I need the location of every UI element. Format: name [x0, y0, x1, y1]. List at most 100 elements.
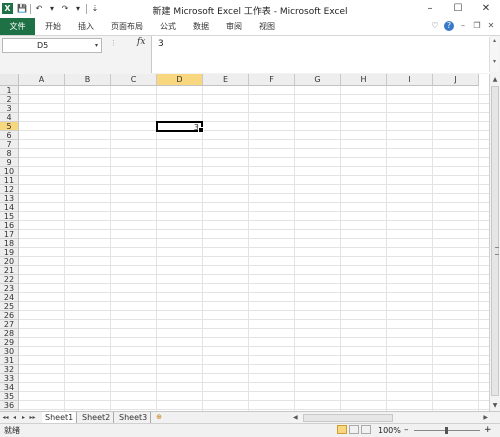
horizontal-scroll-thumb[interactable] [303, 414, 393, 422]
page-layout-view-icon[interactable] [349, 425, 359, 434]
row-header-29[interactable]: 29 [0, 338, 19, 347]
row-header-3[interactable]: 3 [0, 104, 19, 113]
row-header-23[interactable]: 23 [0, 284, 19, 293]
column-header-f[interactable]: F [249, 74, 295, 86]
row-header-22[interactable]: 22 [0, 275, 19, 284]
row-header-4[interactable]: 4 [0, 113, 19, 122]
row-header-12[interactable]: 12 [0, 185, 19, 194]
tab-review[interactable]: 审阅 [226, 18, 242, 35]
zoom-out-button[interactable]: – [404, 425, 409, 436]
ribbon-collapse-icon[interactable]: ♡ [430, 21, 440, 31]
zoom-slider-thumb[interactable] [445, 427, 448, 434]
ribbon-tabs: 文件 开始 插入 页面布局 公式 数据 审阅 视图 ♡ ? – ❐ ✕ [0, 18, 500, 36]
column-header-h[interactable]: H [341, 74, 387, 86]
row-header-10[interactable]: 10 [0, 167, 19, 176]
sheet-tab-sheet3[interactable]: Sheet3 [116, 412, 152, 423]
scroll-up-icon[interactable]: ▲ [490, 76, 500, 83]
zoom-in-button[interactable]: + [484, 425, 492, 436]
row-header-1[interactable]: 1 [0, 86, 19, 95]
row-header-28[interactable]: 28 [0, 329, 19, 338]
row-header-34[interactable]: 34 [0, 383, 19, 392]
row-header-20[interactable]: 20 [0, 257, 19, 266]
row-header-30[interactable]: 30 [0, 347, 19, 356]
row-header-31[interactable]: 31 [0, 356, 19, 365]
sheet-tab-sheet2[interactable]: Sheet2 [79, 412, 115, 423]
last-sheet-icon[interactable]: ▸▸ [29, 413, 36, 423]
gridline [248, 86, 249, 411]
tab-data[interactable]: 数据 [193, 18, 209, 35]
row-header-18[interactable]: 18 [0, 239, 19, 248]
column-header-e[interactable]: E [203, 74, 249, 86]
tab-home[interactable]: 开始 [45, 18, 61, 35]
row-header-16[interactable]: 16 [0, 221, 19, 230]
tab-page-layout[interactable]: 页面布局 [111, 18, 143, 35]
row-header-33[interactable]: 33 [0, 374, 19, 383]
row-header-9[interactable]: 9 [0, 158, 19, 167]
row-header-7[interactable]: 7 [0, 140, 19, 149]
workbook-close-icon[interactable]: ✕ [486, 21, 496, 31]
column-header-g[interactable]: G [295, 74, 341, 86]
column-header-j[interactable]: J [433, 74, 479, 86]
horizontal-scrollbar[interactable]: ◀ ▶ [291, 413, 490, 423]
file-tab[interactable]: 文件 [0, 18, 35, 35]
active-cell[interactable]: 3 [156, 121, 204, 133]
column-header-a[interactable]: A [19, 74, 65, 86]
row-header-21[interactable]: 21 [0, 266, 19, 275]
column-header-i[interactable]: I [387, 74, 433, 86]
maximize-button[interactable]: ☐ [444, 0, 472, 18]
row-header-8[interactable]: 8 [0, 149, 19, 158]
gridline [19, 166, 489, 167]
select-all-corner[interactable] [0, 74, 19, 86]
next-sheet-icon[interactable]: ▸ [20, 413, 27, 423]
column-header-b[interactable]: B [65, 74, 111, 86]
vertical-scrollbar[interactable]: ▲ ▼ [489, 74, 500, 411]
scroll-left-icon[interactable]: ◀ [293, 413, 298, 423]
tab-insert[interactable]: 插入 [78, 18, 94, 35]
minimize-button[interactable]: – [416, 0, 444, 18]
tab-formulas[interactable]: 公式 [160, 18, 176, 35]
zoom-level[interactable]: 100% [378, 425, 401, 436]
row-header-32[interactable]: 32 [0, 365, 19, 374]
formula-input[interactable]: 3 [151, 36, 490, 73]
row-header-27[interactable]: 27 [0, 320, 19, 329]
vertical-scroll-thumb[interactable] [491, 86, 499, 396]
formula-bar-expand[interactable]: ▴ ▾ [489, 37, 499, 72]
row-header-6[interactable]: 6 [0, 131, 19, 140]
row-header-13[interactable]: 13 [0, 194, 19, 203]
scroll-right-icon[interactable]: ▶ [483, 413, 488, 423]
column-header-c[interactable]: C [111, 74, 157, 86]
fill-handle[interactable] [198, 127, 204, 133]
row-header-36[interactable]: 36 [0, 401, 19, 410]
row-header-26[interactable]: 26 [0, 311, 19, 320]
gridline [19, 103, 489, 104]
close-button[interactable]: ✕ [472, 0, 500, 18]
row-header-35[interactable]: 35 [0, 392, 19, 401]
workbook-minimize-icon[interactable]: – [458, 21, 468, 31]
scroll-down-icon[interactable]: ▼ [490, 402, 500, 409]
prev-sheet-icon[interactable]: ◂ [11, 413, 18, 423]
row-header-2[interactable]: 2 [0, 95, 19, 104]
normal-view-icon[interactable] [337, 425, 347, 434]
column-header-d[interactable]: D [157, 74, 203, 86]
help-icon[interactable]: ? [444, 21, 454, 31]
tab-view[interactable]: 视图 [259, 18, 275, 35]
page-break-view-icon[interactable] [361, 425, 371, 434]
row-header-14[interactable]: 14 [0, 203, 19, 212]
gridline [19, 283, 489, 284]
resize-grip-icon[interactable]: ⋮ [110, 39, 117, 47]
row-header-17[interactable]: 17 [0, 230, 19, 239]
workbook-restore-icon[interactable]: ❐ [472, 21, 482, 31]
first-sheet-icon[interactable]: ◂◂ [2, 413, 9, 423]
row-header-11[interactable]: 11 [0, 176, 19, 185]
name-box[interactable]: D5 ▾ [2, 38, 102, 53]
worksheet-grid[interactable]: A B C D E F G H I J 1 2 3 4 5 6 7 8 9 10 11 12 13 14 15 16 17 18 19 2… [0, 74, 489, 411]
row-header-15[interactable]: 15 [0, 212, 19, 221]
insert-function-icon[interactable]: fx [137, 37, 145, 47]
row-header-25[interactable]: 25 [0, 302, 19, 311]
insert-sheet-icon[interactable]: ⊕ [153, 413, 165, 422]
row-header-5[interactable]: 5 [0, 122, 19, 131]
row-header-19[interactable]: 19 [0, 248, 19, 257]
row-header-24[interactable]: 24 [0, 293, 19, 302]
gridline [19, 391, 489, 392]
chevron-down-icon[interactable]: ▾ [95, 39, 98, 52]
